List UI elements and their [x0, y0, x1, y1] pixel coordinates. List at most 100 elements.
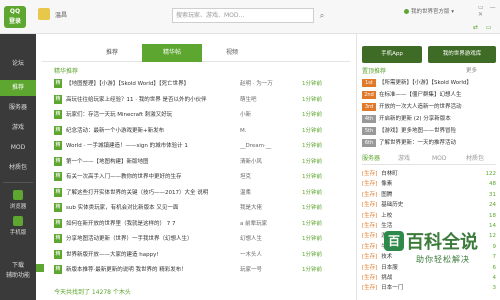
featured-tag-icon: 精	[54, 125, 62, 135]
avatar[interactable]	[38, 8, 50, 20]
news-item[interactable]: 3rd 开放的一次大人造新一的世界活动	[362, 102, 496, 113]
row-author[interactable]: 赵明 · 为一万	[240, 78, 298, 90]
game-library-button[interactable]: 我的世界游戏库	[428, 46, 496, 63]
username[interactable]: 温昌	[55, 10, 67, 19]
row-time: 1分钟前	[302, 267, 322, 273]
assist-checkbox[interactable]	[36, 264, 44, 272]
news-more-link[interactable]: 更多	[466, 66, 477, 74]
table-row[interactable]: 精第一个——【地图构建】新版地图 清新小风 1分钟前	[54, 156, 350, 168]
row-author[interactable]: 一木头人	[240, 249, 298, 261]
row-time: 1分钟前	[302, 174, 322, 180]
server-name: 技术	[381, 254, 393, 261]
sidebar-item-texture[interactable]: 材质包	[0, 160, 36, 176]
subtab-mod[interactable]: MOD	[432, 153, 447, 165]
phone-app-button[interactable]: 手机App	[362, 46, 422, 63]
row-author[interactable]: 我是大佬	[240, 202, 298, 214]
server-count: 31	[489, 191, 496, 198]
table-row[interactable]: 精玩家们：存活一天玩 Minecraft 刺激又好玩 小新 1分钟前	[54, 109, 350, 121]
sidebar-item-recommend[interactable]: 推荐	[0, 80, 36, 96]
table-row[interactable]: 精如何在新开放的世界里（我就是这样的） 7 7a 前辈玩家 1分钟前	[54, 218, 350, 230]
server-count: 6	[492, 264, 497, 271]
server-item[interactable]: [生存] 日本一门 3	[362, 283, 496, 294]
table-row[interactable]: 精有关一次高手入门——教你的世界中更好的生存 坦克 1分钟前	[54, 171, 350, 183]
game-selector[interactable]: 我的世界官方版 ▾	[404, 7, 454, 15]
section-title: 精华推荐	[54, 68, 79, 75]
table-row[interactable]: 精新版本推荐·最新更新的说明 我世界的 精彩发布！ 玩家一号 1分钟前	[54, 264, 350, 276]
featured-tag-icon: 精	[54, 94, 62, 104]
row-title[interactable]: 如何在新开放的世界里（我就是这样的） 7 7	[66, 218, 238, 230]
row-author[interactable]: M.	[240, 125, 298, 137]
row-author[interactable]: 坦克	[240, 171, 298, 183]
sidebar-item-game[interactable]: 游戏	[0, 120, 36, 136]
server-item[interactable]: [生存] 图腾 31	[362, 190, 496, 201]
server-item[interactable]: [生存] 基础历史 24	[362, 200, 496, 211]
row-title[interactable]: sub 实体类玩家，有机会对比新版本 又见一面	[66, 202, 238, 214]
window-controls[interactable]: ▭ — ✕	[478, 4, 500, 18]
server-item[interactable]: [生存] 挑战 4	[362, 273, 496, 284]
sidebar-card-browser[interactable]: 浏览器	[4, 190, 32, 212]
news-item[interactable]: 1st 【所需更新】【小游】【Skold World】	[362, 78, 496, 89]
search-icon[interactable]: ⌕	[316, 8, 328, 23]
tab-recommend[interactable]: 推荐	[82, 44, 142, 62]
row-title[interactable]: 高玩往往给玩家上经验？11 · 我的世界 是否以外的小伙伴	[66, 94, 238, 106]
tab-featured[interactable]: 精华帖	[142, 44, 202, 62]
rank-badge: 6th	[362, 139, 376, 147]
row-author[interactable]: __Dream·__	[240, 140, 298, 152]
row-author[interactable]: 清新小风	[240, 156, 298, 168]
table-row[interactable]: 精高玩往往给玩家上经验？11 · 我的世界 是否以外的小伙伴 萌生吧 1分钟前	[54, 94, 350, 106]
news-item[interactable]: 6th 了解世界更新：一天的推荐活动	[362, 138, 496, 149]
row-title[interactable]: 【地图整理】【小游】【Skold World】【死亡世界】	[66, 78, 238, 90]
row-time: 1分钟前	[302, 236, 322, 242]
server-item[interactable]: [生存] 白林町 122	[362, 169, 496, 180]
row-title[interactable]: 分享地图活动更新（世界）一手我世界（幻想人生）	[66, 233, 238, 245]
row-author[interactable]: 萌生吧	[240, 94, 298, 106]
row-title[interactable]: 有关一次高手入门——教你的世界中更好的生存	[66, 171, 238, 183]
row-title[interactable]: 世界新版开放——大家的建造 happy!	[66, 249, 238, 261]
row-title[interactable]: World · 一手城镇建造！——sign 的城市体验计 1	[66, 140, 238, 152]
toolbar-icons[interactable]: ⇄ ▭	[473, 24, 495, 31]
row-title[interactable]: 新版本推荐·最新更新的说明 我世界的 精彩发布！	[66, 264, 238, 276]
server-item[interactable]: [生存] 像素 48	[362, 179, 496, 190]
table-row[interactable]: 精 sub 实体类玩家，有机会对比新版本 又见一面 我是大佬 1分钟前	[54, 202, 350, 214]
news-item[interactable]: 5th 【游戏】更多地图——世界冒险	[362, 126, 496, 137]
qq-login-button[interactable]: QQ 登录	[4, 6, 26, 28]
table-row[interactable]: 精 World · 一手城镇建造！——sign 的城市体验计 1 __Dream·_…	[54, 140, 350, 152]
table-row[interactable]: 精分享地图活动更新（世界）一手我世界（幻想人生） 幻想人生 1分钟前	[54, 233, 350, 245]
server-tag: [生存]	[362, 181, 378, 188]
subtab-server[interactable]: 服务器	[362, 153, 380, 165]
row-author[interactable]: a 前辈玩家	[240, 218, 298, 230]
row-author[interactable]: 玩家一号	[240, 264, 298, 276]
row-title[interactable]: 玩家们：存活一天玩 Minecraft 刺激又好玩	[66, 109, 238, 121]
sidebar-assist[interactable]: 辅助功能	[0, 272, 36, 292]
server-count: 24	[489, 202, 496, 209]
server-name: 上校	[381, 212, 393, 219]
sidebar-card-phone[interactable]: 手机版	[4, 216, 32, 238]
news-item[interactable]: 2nd 在标准——【僵尸群集】幻想人生	[362, 90, 496, 101]
row-title[interactable]: 第一个——【地图构建】新版地图	[66, 156, 238, 168]
watermark-subtitle: 助你轻松解决	[416, 255, 470, 264]
table-row[interactable]: 精了解这些打开实体世界的关键（技巧——2017）大全 说明 温柔 1分钟前	[54, 187, 350, 199]
tab-video[interactable]: 视频	[202, 44, 262, 62]
news-item[interactable]: 4th 开启新的更新 (2) 分享新版本	[362, 114, 496, 125]
server-item[interactable]: [生存] 上校 18	[362, 211, 496, 222]
row-author[interactable]: 小新	[240, 109, 298, 121]
sidebar-item-server[interactable]: 服务器	[0, 100, 36, 116]
rank-badge: 1st	[362, 79, 376, 87]
sidebar-item-forum[interactable]: 论坛	[0, 56, 36, 72]
row-author[interactable]: 温柔	[240, 187, 298, 199]
news-title-text: 【所需更新】【小游】【Skold World】	[379, 80, 472, 86]
search-input[interactable]: 搜索玩家、游戏、MOD...	[172, 8, 314, 23]
table-row[interactable]: 精【地图整理】【小游】【Skold World】【死亡世界】 赵明 · 为一万 1分…	[54, 78, 350, 90]
featured-tag-icon: 精	[54, 156, 62, 166]
sidebar-item-mod[interactable]: MOD	[0, 140, 36, 156]
row-author[interactable]: 幻想人生	[240, 233, 298, 245]
server-count: 14	[489, 223, 496, 229]
table-row[interactable]: 精世界新版开放——大家的建造 happy! 一木头人 1分钟前	[54, 249, 350, 261]
subtab-game[interactable]: 游戏	[398, 153, 410, 165]
table-row[interactable]: 精纪念活动：最新一个小游戏更新+新发布 M. 1分钟前	[54, 125, 350, 137]
game-selector-label: 我的世界官方版 ▾	[411, 9, 455, 15]
subtab-texture[interactable]: 材质包	[466, 153, 484, 165]
server-tag: [生存]	[362, 223, 378, 229]
row-title[interactable]: 纪念活动：最新一个小游戏更新+新发布	[66, 125, 238, 137]
row-title[interactable]: 了解这些打开实体世界的关键（技巧——2017）大全 说明	[66, 187, 238, 199]
